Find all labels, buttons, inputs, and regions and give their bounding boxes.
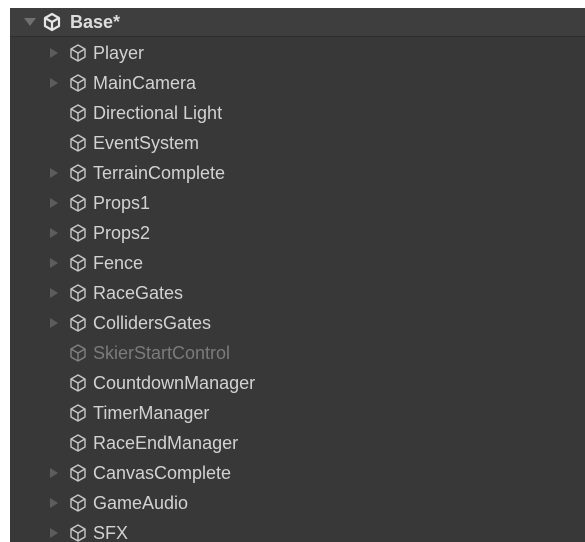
gameobject-cube-icon <box>70 524 86 542</box>
gameobject-label: GameAudio <box>93 493 189 513</box>
gameobject-label: SkierStartControl <box>93 343 231 363</box>
gameobject-label: EventSystem <box>93 133 200 153</box>
expand-arrow-icon[interactable] <box>50 228 58 238</box>
expand-arrow-icon[interactable] <box>50 168 58 178</box>
hierarchy-row[interactable]: Props1 <box>10 188 585 218</box>
gameobject-cube-icon <box>70 134 86 152</box>
gameobject-cube-icon <box>70 494 86 512</box>
expand-arrow-icon[interactable] <box>50 48 58 58</box>
expand-arrow-icon[interactable] <box>50 528 58 538</box>
gameobject-cube-icon <box>70 434 86 452</box>
hierarchy-row[interactable]: RaceGates <box>10 278 585 308</box>
hierarchy-row[interactable]: Props2 <box>10 218 585 248</box>
gameobject-label: SFX <box>93 523 129 542</box>
gameobject-cube-icon <box>70 284 86 302</box>
gameobject-label: RaceEndManager <box>93 433 239 453</box>
expand-arrow-icon[interactable] <box>50 468 58 478</box>
expand-arrow-icon[interactable] <box>50 78 58 88</box>
gameobject-cube-icon <box>70 374 86 392</box>
scene-name: Base* <box>70 12 121 32</box>
hierarchy-row[interactable]: CollidersGates <box>10 308 585 338</box>
gameobject-cube-icon <box>70 194 86 212</box>
hierarchy-row[interactable]: GameAudio <box>10 488 585 518</box>
gameobject-cube-icon <box>70 44 86 62</box>
hierarchy-row[interactable]: CountdownManager <box>10 368 585 398</box>
gameobject-label: CountdownManager <box>93 373 256 393</box>
hierarchy-row[interactable]: EventSystem <box>10 128 585 158</box>
gameobject-cube-icon <box>70 164 86 182</box>
gameobject-cube-icon <box>70 104 86 122</box>
expand-arrow-icon[interactable] <box>50 498 58 508</box>
hierarchy-row[interactable]: SkierStartControl <box>10 338 585 368</box>
hierarchy-row[interactable]: Fence <box>10 248 585 278</box>
hierarchy-row[interactable]: TimerManager <box>10 398 585 428</box>
hierarchy-row[interactable]: RaceEndManager <box>10 428 585 458</box>
gameobject-label: TimerManager <box>93 403 210 423</box>
unity-scene-icon <box>43 12 61 32</box>
hierarchy-row[interactable]: Directional Light <box>10 98 585 128</box>
hierarchy-panel: Base* Player MainCamera Directional Light E… <box>10 8 585 542</box>
gameobject-cube-icon <box>70 464 86 482</box>
gameobject-label: Directional Light <box>93 103 223 123</box>
collapse-arrow-icon[interactable] <box>24 18 36 26</box>
gameobject-label: Props1 <box>93 193 151 213</box>
expand-arrow-icon[interactable] <box>50 318 58 328</box>
scene-row[interactable]: Base* <box>10 8 585 37</box>
gameobject-cube-icon <box>70 344 86 362</box>
gameobject-label: RaceGates <box>93 283 184 303</box>
gameobject-cube-icon <box>70 404 86 422</box>
expand-arrow-icon[interactable] <box>50 198 58 208</box>
gameobject-label: CollidersGates <box>93 313 212 333</box>
gameobject-label: Props2 <box>93 223 151 243</box>
gameobject-cube-icon <box>70 314 86 332</box>
gameobject-label: TerrainComplete <box>93 163 226 183</box>
gameobject-cube-icon <box>70 74 86 92</box>
hierarchy-row[interactable]: TerrainComplete <box>10 158 585 188</box>
gameobject-cube-icon <box>70 224 86 242</box>
gameobject-label: Fence <box>93 253 144 273</box>
gameobject-label: MainCamera <box>93 73 197 93</box>
hierarchy-row[interactable]: Player <box>10 38 585 68</box>
hierarchy-row[interactable]: MainCamera <box>10 68 585 98</box>
hierarchy-row[interactable]: CanvasComplete <box>10 458 585 488</box>
expand-arrow-icon[interactable] <box>50 288 58 298</box>
gameobject-label: CanvasComplete <box>93 463 232 483</box>
hierarchy-row[interactable]: SFX <box>10 518 585 542</box>
gameobject-cube-icon <box>70 254 86 272</box>
gameobject-label: Player <box>93 43 145 63</box>
expand-arrow-icon[interactable] <box>50 258 58 268</box>
